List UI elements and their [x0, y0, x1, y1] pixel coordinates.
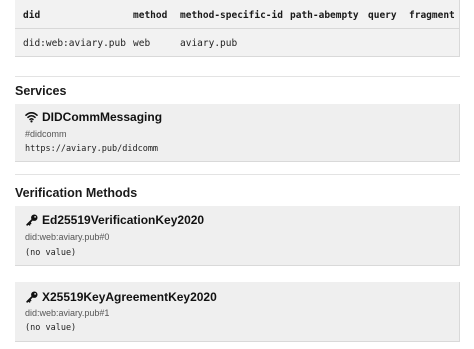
- key-icon: [25, 214, 38, 227]
- verification-methods-heading: Verification Methods: [15, 186, 138, 200]
- service-id: #didcomm: [25, 129, 67, 139]
- verification-method-id: did:web:aviary.pub#0: [25, 232, 110, 242]
- service-endpoint: https://aviary.pub/didcomm: [25, 144, 159, 154]
- column-header-fragment: fragment: [409, 10, 455, 21]
- service-card: DIDCommMessaging #didcomm https://aviary…: [15, 104, 460, 162]
- key-icon: [25, 291, 38, 304]
- did-parts-table: did method method-specific-id path-abemp…: [15, 0, 460, 57]
- verification-method-value: (no value): [25, 323, 77, 333]
- section-divider: [15, 76, 460, 77]
- verification-method-type: Ed25519VerificationKey2020: [42, 213, 205, 227]
- column-header-query: query: [368, 10, 397, 21]
- verification-method-id: did:web:aviary.pub#1: [25, 308, 110, 318]
- verification-method-type: X25519KeyAgreementKey2020: [42, 290, 217, 304]
- verification-method-card: X25519KeyAgreementKey2020 did:web:aviary…: [15, 282, 460, 342]
- cell-method: web: [133, 38, 151, 49]
- column-header-did: did: [23, 10, 41, 21]
- service-name: DIDCommMessaging: [42, 110, 163, 124]
- wifi-icon: [25, 111, 38, 124]
- table-header-divider: [15, 28, 459, 29]
- verification-method-value: (no value): [25, 248, 77, 258]
- column-header-method-specific-id: method-specific-id: [180, 10, 283, 21]
- column-header-path-abempty: path-abempty: [290, 10, 359, 21]
- verification-method-card: Ed25519VerificationKey2020 did:web:aviar…: [15, 206, 460, 266]
- column-header-method: method: [133, 10, 168, 21]
- services-heading: Services: [15, 84, 67, 98]
- cell-did: did:web:aviary.pub: [23, 38, 126, 49]
- cell-method-specific-id: aviary.pub: [180, 38, 238, 49]
- section-divider: [15, 174, 460, 175]
